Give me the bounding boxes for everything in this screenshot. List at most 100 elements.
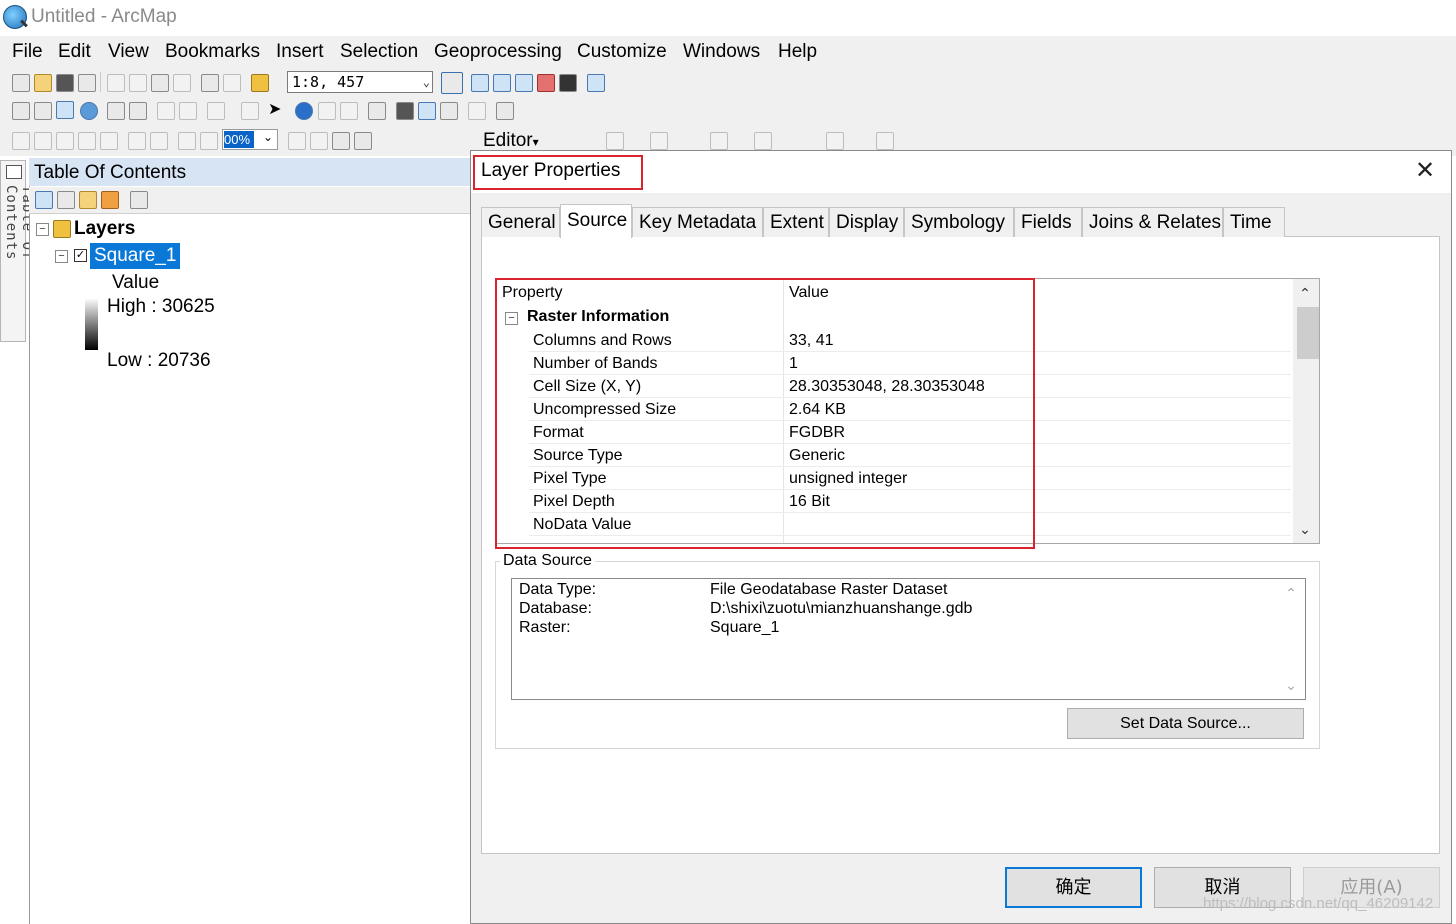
chevron-up-icon[interactable]: ⌃ bbox=[1295, 283, 1315, 303]
chevron-down-icon[interactable]: ⌄ bbox=[1281, 675, 1301, 695]
chevron-down-icon[interactable]: ⌄ bbox=[263, 130, 273, 144]
data-frame-label[interactable]: Layers bbox=[74, 218, 135, 240]
list-by-drawing-order-icon[interactable] bbox=[35, 191, 53, 209]
editor-toolbar-icon[interactable] bbox=[441, 72, 463, 94]
straight-segment-icon[interactable] bbox=[606, 132, 624, 150]
fixed-zoom-in-icon[interactable] bbox=[107, 102, 125, 120]
create-viewer-icon[interactable] bbox=[496, 102, 514, 120]
legend-color-ramp[interactable] bbox=[85, 298, 98, 350]
tab-key-metadata[interactable]: Key Metadata bbox=[632, 207, 763, 237]
fixed-zoom-in-layout-icon[interactable] bbox=[128, 132, 146, 150]
toc-side-tab[interactable]: Table Of Contents bbox=[0, 160, 35, 342]
table-icon[interactable] bbox=[471, 74, 489, 92]
model-builder-icon[interactable] bbox=[587, 74, 605, 92]
set-data-source-button[interactable]: Set Data Source... bbox=[1067, 708, 1304, 739]
ok-button[interactable]: 确定 bbox=[1005, 867, 1142, 908]
menu-selection[interactable]: Selection bbox=[340, 41, 418, 63]
new-document-icon[interactable] bbox=[12, 74, 30, 92]
layout-zoom-out-icon[interactable] bbox=[34, 132, 52, 150]
tab-source[interactable]: Source bbox=[560, 204, 632, 238]
copy-icon[interactable] bbox=[129, 74, 147, 92]
topology-edit-icon[interactable] bbox=[710, 132, 728, 150]
zoom-in-icon[interactable] bbox=[12, 102, 30, 120]
edit-tool-icon[interactable] bbox=[560, 132, 576, 148]
editor-menu-button[interactable]: Editor▾ bbox=[483, 130, 539, 152]
layout-pan-icon[interactable] bbox=[56, 132, 74, 150]
tab-joins-relates[interactable]: Joins & Relates bbox=[1082, 207, 1223, 237]
menu-bookmarks[interactable]: Bookmarks bbox=[165, 41, 260, 63]
arctoolbox-icon[interactable] bbox=[537, 74, 555, 92]
python-icon[interactable] bbox=[559, 74, 577, 92]
menu-customize[interactable]: Customize bbox=[577, 41, 667, 63]
collapse-layers-icon[interactable]: − bbox=[36, 223, 49, 236]
list-by-selection-icon[interactable] bbox=[101, 191, 119, 209]
redo-icon[interactable] bbox=[223, 74, 241, 92]
identify-icon[interactable] bbox=[295, 102, 313, 120]
create-features-icon[interactable] bbox=[650, 132, 668, 150]
menu-geoprocessing[interactable]: Geoprocessing bbox=[434, 41, 562, 63]
sketch-properties-icon[interactable] bbox=[876, 132, 894, 150]
tab-extent[interactable]: Extent bbox=[763, 207, 829, 237]
zoom-percent-combobox[interactable]: 00% ⌄ bbox=[222, 129, 278, 150]
zoom-100-icon[interactable] bbox=[100, 132, 118, 150]
fixed-zoom-out-icon[interactable] bbox=[129, 102, 147, 120]
collapse-layer-icon[interactable]: − bbox=[55, 250, 68, 263]
scale-combobox[interactable]: 1:8, 457 ⌄ bbox=[287, 71, 433, 93]
zoom-out-icon[interactable] bbox=[34, 102, 52, 120]
select-elements-icon[interactable]: ➤ bbox=[268, 102, 284, 118]
chevron-up-icon[interactable]: ⌃ bbox=[1281, 583, 1301, 603]
go-to-xy-icon[interactable] bbox=[440, 102, 458, 120]
zoom-whole-page-icon[interactable] bbox=[78, 132, 96, 150]
next-extent-icon[interactable] bbox=[200, 132, 218, 150]
menu-view[interactable]: View bbox=[108, 41, 149, 63]
scrollbar-thumb[interactable] bbox=[1297, 307, 1319, 359]
find-icon[interactable] bbox=[396, 102, 414, 120]
html-popup-icon[interactable] bbox=[340, 102, 358, 120]
paste-icon[interactable] bbox=[151, 74, 169, 92]
list-by-source-icon[interactable] bbox=[57, 191, 75, 209]
print-icon[interactable] bbox=[78, 74, 96, 92]
tab-fields[interactable]: Fields bbox=[1014, 207, 1082, 237]
measure-icon[interactable] bbox=[368, 102, 386, 120]
focus-data-frame-icon[interactable] bbox=[310, 132, 328, 150]
menu-help[interactable]: Help bbox=[778, 41, 817, 63]
full-extent-icon[interactable] bbox=[80, 102, 98, 120]
tab-display[interactable]: Display bbox=[829, 207, 904, 237]
toggle-draft-mode-icon[interactable] bbox=[288, 132, 306, 150]
previous-extent-icon[interactable] bbox=[178, 132, 196, 150]
menu-edit[interactable]: Edit bbox=[58, 41, 91, 63]
search-window-icon[interactable] bbox=[515, 74, 533, 92]
list-by-visibility-icon[interactable] bbox=[79, 191, 97, 209]
close-icon[interactable]: ✕ bbox=[1414, 159, 1436, 183]
menu-windows[interactable]: Windows bbox=[683, 41, 760, 63]
layout-zoom-in-icon[interactable] bbox=[12, 132, 30, 150]
time-slider-icon[interactable] bbox=[468, 102, 486, 120]
data-driven-pages-icon[interactable] bbox=[354, 132, 372, 150]
tab-symbology[interactable]: Symbology bbox=[904, 207, 1014, 237]
attributes-icon[interactable] bbox=[826, 132, 844, 150]
hyperlink-icon[interactable] bbox=[318, 102, 336, 120]
back-icon[interactable] bbox=[157, 102, 175, 120]
catalog-icon[interactable] bbox=[493, 74, 511, 92]
layer-visibility-checkbox[interactable]: ✓ bbox=[74, 249, 87, 262]
tab-time[interactable]: Time bbox=[1223, 207, 1285, 237]
menu-insert[interactable]: Insert bbox=[276, 41, 324, 63]
fixed-zoom-out-layout-icon[interactable] bbox=[150, 132, 168, 150]
split-tool-icon[interactable] bbox=[754, 132, 772, 150]
save-icon[interactable] bbox=[56, 74, 74, 92]
layer-name-square-1[interactable]: Square_1 bbox=[90, 243, 181, 269]
undo-icon[interactable] bbox=[201, 74, 219, 92]
tab-general[interactable]: General bbox=[481, 207, 560, 237]
clear-selection-icon[interactable] bbox=[241, 102, 259, 120]
delete-icon[interactable] bbox=[173, 74, 191, 92]
open-folder-icon[interactable] bbox=[34, 74, 52, 92]
select-features-icon[interactable] bbox=[207, 102, 225, 120]
find-route-icon[interactable] bbox=[418, 102, 436, 120]
add-data-icon[interactable] bbox=[251, 74, 269, 92]
toc-options-icon[interactable] bbox=[130, 191, 148, 209]
chevron-down-icon[interactable]: ⌄ bbox=[1295, 519, 1315, 539]
menu-file[interactable]: File bbox=[12, 41, 43, 63]
chevron-down-icon[interactable]: ⌄ bbox=[423, 72, 430, 92]
forward-icon[interactable] bbox=[179, 102, 197, 120]
change-layout-icon[interactable] bbox=[332, 132, 350, 150]
